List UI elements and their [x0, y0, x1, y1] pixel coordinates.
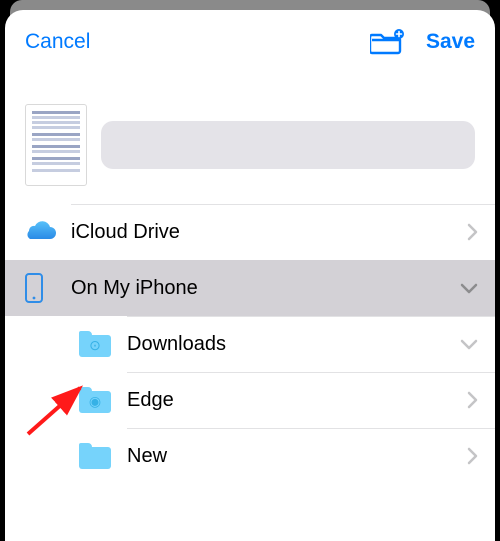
chevron-right-icon — [465, 222, 479, 242]
cancel-button[interactable]: Cancel — [25, 30, 90, 54]
folder-row-edge[interactable]: ◉ Edge — [5, 372, 495, 428]
folder-icon: ⊙ — [79, 331, 127, 357]
folder-label: Downloads — [127, 333, 459, 356]
folder-icon — [79, 443, 127, 469]
document-thumbnail — [25, 104, 87, 186]
folder-row-new[interactable]: New — [5, 428, 495, 484]
chevron-right-icon — [465, 446, 479, 466]
chevron-down-icon — [459, 281, 479, 295]
edge-glyph: ◉ — [89, 394, 101, 408]
navbar-right: Save — [370, 28, 475, 56]
folder-label: New — [127, 445, 465, 468]
folder-icon: ◉ — [79, 387, 127, 413]
folder-row-downloads[interactable]: ⊙ Downloads — [5, 316, 495, 372]
location-row-icloud[interactable]: iCloud Drive — [5, 204, 495, 260]
preview-row — [5, 74, 495, 204]
location-label: On My iPhone — [71, 277, 459, 300]
folder-label: Edge — [127, 389, 465, 412]
chevron-down-icon — [459, 337, 479, 351]
save-dialog-sheet: Cancel Save — [5, 10, 495, 541]
location-list: iCloud Drive On My iPhone — [5, 204, 495, 484]
location-row-onmyiphone[interactable]: On My iPhone — [5, 260, 495, 316]
downloads-glyph: ⊙ — [89, 338, 101, 352]
filename-input[interactable] — [101, 121, 475, 169]
navbar: Cancel Save — [5, 10, 495, 74]
chevron-right-icon — [465, 390, 479, 410]
icloud-icon — [23, 220, 71, 244]
location-label: iCloud Drive — [71, 221, 465, 244]
iphone-icon — [23, 273, 71, 303]
new-folder-icon[interactable] — [370, 28, 404, 56]
save-button[interactable]: Save — [426, 30, 475, 54]
